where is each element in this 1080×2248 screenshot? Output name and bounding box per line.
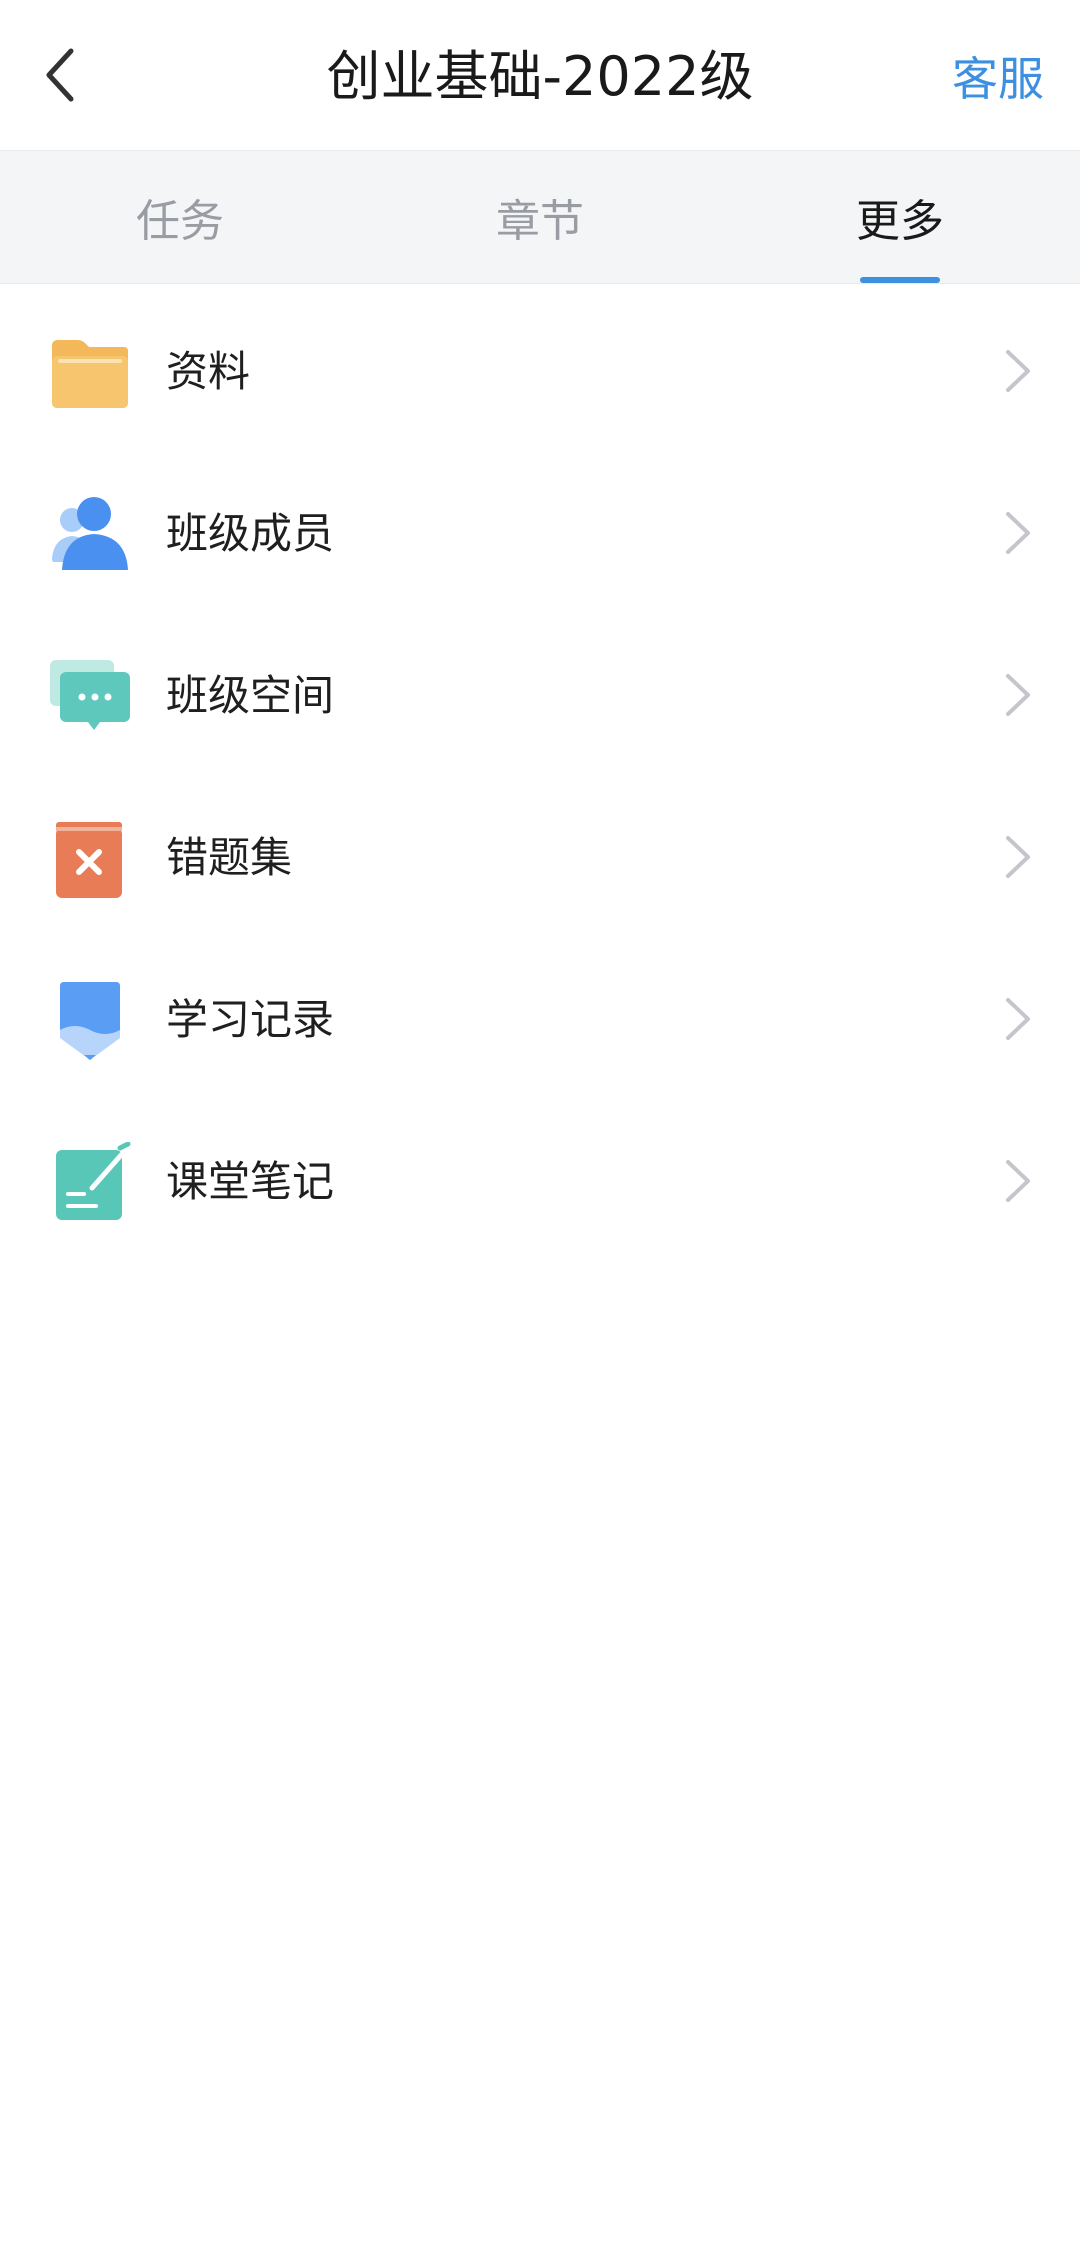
- list-item-label: 资料: [166, 347, 251, 396]
- members-icon: [52, 497, 128, 570]
- list-item-class-members[interactable]: 班级成员: [0, 448, 1080, 610]
- active-tab-indicator: [860, 277, 940, 283]
- chevron-right-icon: [1006, 836, 1030, 878]
- list-item-study-record[interactable]: 学习记录: [0, 934, 1080, 1096]
- more-menu-list: 资料 班级成员 班级空间 错题集 学习记录 课堂笔记: [0, 286, 1080, 1258]
- tab-bar: 任务 章节 更多: [0, 150, 1080, 284]
- wrong-book-icon: [56, 822, 122, 898]
- list-item-label: 学习记录: [166, 995, 335, 1044]
- back-button[interactable]: [26, 40, 96, 110]
- app-header: 创业基础-2022级 客服: [0, 0, 1080, 150]
- note-icon: [56, 1142, 131, 1220]
- page-title: 创业基础-2022级: [326, 45, 754, 108]
- chevron-right-icon: [1006, 1160, 1030, 1202]
- chevron-left-icon: [46, 48, 74, 102]
- tab-tasks[interactable]: 任务: [70, 151, 290, 283]
- list-item-class-notes[interactable]: 课堂笔记: [0, 1096, 1080, 1258]
- tab-more[interactable]: 更多: [790, 151, 1010, 283]
- list-item-materials[interactable]: 资料: [0, 286, 1080, 448]
- chevron-right-icon: [1006, 350, 1030, 392]
- list-item-wrong-questions[interactable]: 错题集: [0, 772, 1080, 934]
- chat-bubble-icon: [50, 660, 130, 730]
- customer-service-button[interactable]: 客服: [952, 46, 1044, 112]
- list-item-label: 班级成员: [166, 509, 335, 558]
- chevron-right-icon: [1006, 674, 1030, 716]
- pencil-record-icon: [60, 982, 120, 1060]
- list-item-label: 课堂笔记: [166, 1157, 335, 1206]
- list-item-label: 错题集: [166, 833, 293, 882]
- tab-chapters[interactable]: 章节: [430, 151, 650, 283]
- list-item-label: 班级空间: [166, 671, 335, 720]
- list-item-class-space[interactable]: 班级空间: [0, 610, 1080, 772]
- folder-icon: [52, 340, 128, 408]
- chevron-right-icon: [1006, 998, 1030, 1040]
- chevron-right-icon: [1006, 512, 1030, 554]
